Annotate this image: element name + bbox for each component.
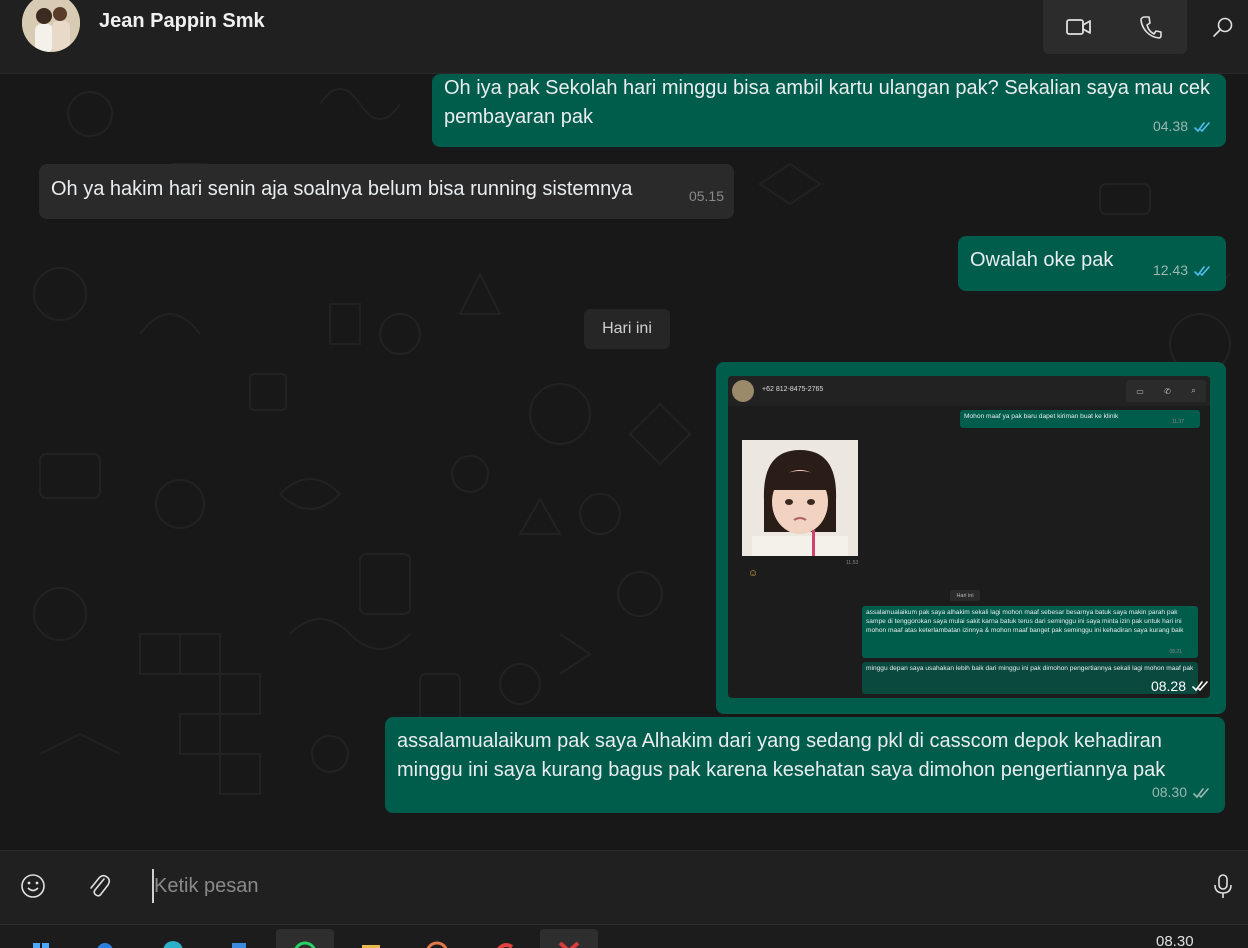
message-time: 05.15 <box>688 188 724 204</box>
folder-icon <box>362 945 380 948</box>
message-bubble-incoming[interactable]: Oh ya hakim hari senin aja soalnya belum… <box>39 164 734 219</box>
message-meta: 04.38 <box>1153 112 1212 141</box>
taskbar-app-store[interactable] <box>210 929 268 948</box>
contact-name[interactable]: Jean Pappin Smk <box>99 10 265 33</box>
mini-message-text: assalamualaikum pak saya alhakim sekali … <box>866 609 1184 634</box>
mini-photo-child <box>742 440 858 556</box>
mini-call-icons: ▭ ✆ ⌕ <box>1126 380 1206 402</box>
taskbar-app-browser[interactable] <box>144 929 202 948</box>
taskbar-app-orange[interactable] <box>408 929 466 948</box>
search-icon <box>1213 17 1233 37</box>
mini-message-long: assalamualaikum pak saya alhakim sekali … <box>862 606 1198 658</box>
shared-screenshot-image[interactable]: +62 812-8475-2765 ▭ ✆ ⌕ Mohon maaf ya pa… <box>728 376 1210 698</box>
mini-message-text: Mohon maaf ya pak baru dapet kiriman bua… <box>964 413 1119 420</box>
mini-message-time: 11.37 <box>1171 419 1184 425</box>
image-message-bubble[interactable]: +62 812-8475-2765 ▭ ✆ ⌕ Mohon maaf ya pa… <box>716 362 1226 714</box>
whatsapp-icon <box>294 941 316 948</box>
message-meta: 08.30 <box>1152 778 1211 807</box>
taskbar-app-red[interactable] <box>474 929 532 948</box>
browser-icon <box>163 941 183 948</box>
message-time: 12.43 <box>1152 262 1188 278</box>
message-text: Oh ya hakim hari senin aja soalnya belum… <box>51 178 633 200</box>
message-bubble-outgoing[interactable]: Owalah oke pak 12.43 <box>958 236 1226 291</box>
start-button[interactable] <box>12 929 70 948</box>
day-divider: Hari ini <box>584 309 670 349</box>
chat-header: Jean Pappin Smk <box>0 0 1248 74</box>
taskbar-app-whatsapp[interactable] <box>276 929 334 948</box>
message-meta: 05.15 <box>689 182 724 211</box>
read-ticks-icon <box>1194 121 1210 132</box>
os-taskbar: 08.30 <box>0 924 1248 948</box>
delivered-ticks-icon <box>1193 787 1209 798</box>
mini-phone-icon: ✆ <box>1164 386 1171 396</box>
video-camera-icon <box>1066 19 1091 35</box>
message-time: 08.30 <box>1151 784 1187 800</box>
search-button[interactable] <box>1204 8 1242 46</box>
message-bubble-outgoing[interactable]: Oh iya pak Sekolah hari minggu bisa ambi… <box>432 74 1226 147</box>
microphone-icon <box>1214 874 1232 898</box>
read-ticks-icon <box>1194 265 1210 276</box>
message-time: 08.28 <box>1150 678 1186 694</box>
mini-contact: +62 812-8475-2765 <box>762 386 824 393</box>
taskbar-app-edge[interactable] <box>76 929 134 948</box>
mini-header: +62 812-8475-2765 ▭ ✆ ⌕ <box>728 376 1210 406</box>
message-text: Oh iya pak Sekolah hari minggu bisa ambi… <box>444 77 1210 128</box>
windows-logo-icon <box>33 943 49 948</box>
message-bubble-outgoing[interactable]: assalamualaikum pak saya Alhakim dari ya… <box>385 717 1225 813</box>
message-text: assalamualaikum pak saya Alhakim dari ya… <box>397 730 1166 781</box>
mini-message-time: 08.21 <box>1169 649 1182 655</box>
mini-emoji-icon: ☺ <box>748 568 759 579</box>
message-input[interactable] <box>152 869 1182 903</box>
call-button-group <box>1043 0 1187 54</box>
mini-avatar <box>732 380 754 402</box>
message-meta: 12.43 <box>1153 256 1212 285</box>
voice-call-button[interactable] <box>1115 0 1187 54</box>
taskbar-app-explorer[interactable] <box>342 929 400 948</box>
mini-message-text: minggu depan saya usahakan lebih baik da… <box>866 665 1194 672</box>
message-time: 04.38 <box>1152 118 1188 134</box>
store-icon <box>232 943 246 948</box>
paperclip-icon <box>90 874 111 897</box>
video-call-button[interactable] <box>1043 0 1115 54</box>
mail-icon <box>558 941 580 948</box>
app-icon <box>497 943 514 948</box>
taskbar-clock[interactable]: 08.30 <box>1156 933 1194 948</box>
mini-video-icon: ▭ <box>1136 386 1144 396</box>
voice-message-button[interactable] <box>1208 871 1238 901</box>
mini-search-icon: ⌕ <box>1191 386 1196 395</box>
mini-message: Mohon maaf ya pak baru dapet kiriman bua… <box>960 410 1200 428</box>
emoji-button[interactable] <box>18 871 48 901</box>
mini-photo-time: 11.53 <box>846 560 859 566</box>
contact-avatar[interactable] <box>22 0 80 52</box>
mini-day-divider: Hari ini <box>950 590 980 601</box>
chat-history[interactable]: Oh iya pak Sekolah hari minggu bisa ambi… <box>0 74 1248 850</box>
emoji-icon <box>21 874 45 898</box>
phone-icon <box>1140 16 1162 39</box>
app-icon <box>426 941 448 948</box>
edge-icon <box>97 943 113 948</box>
mini-message-last: minggu depan saya usahakan lebih baik da… <box>862 662 1198 694</box>
delivered-ticks-icon <box>1192 681 1208 692</box>
taskbar-app-gmail[interactable] <box>540 929 598 948</box>
message-composer <box>0 850 1248 924</box>
attach-button[interactable] <box>84 871 114 901</box>
message-meta: 08.28 <box>1151 678 1210 694</box>
